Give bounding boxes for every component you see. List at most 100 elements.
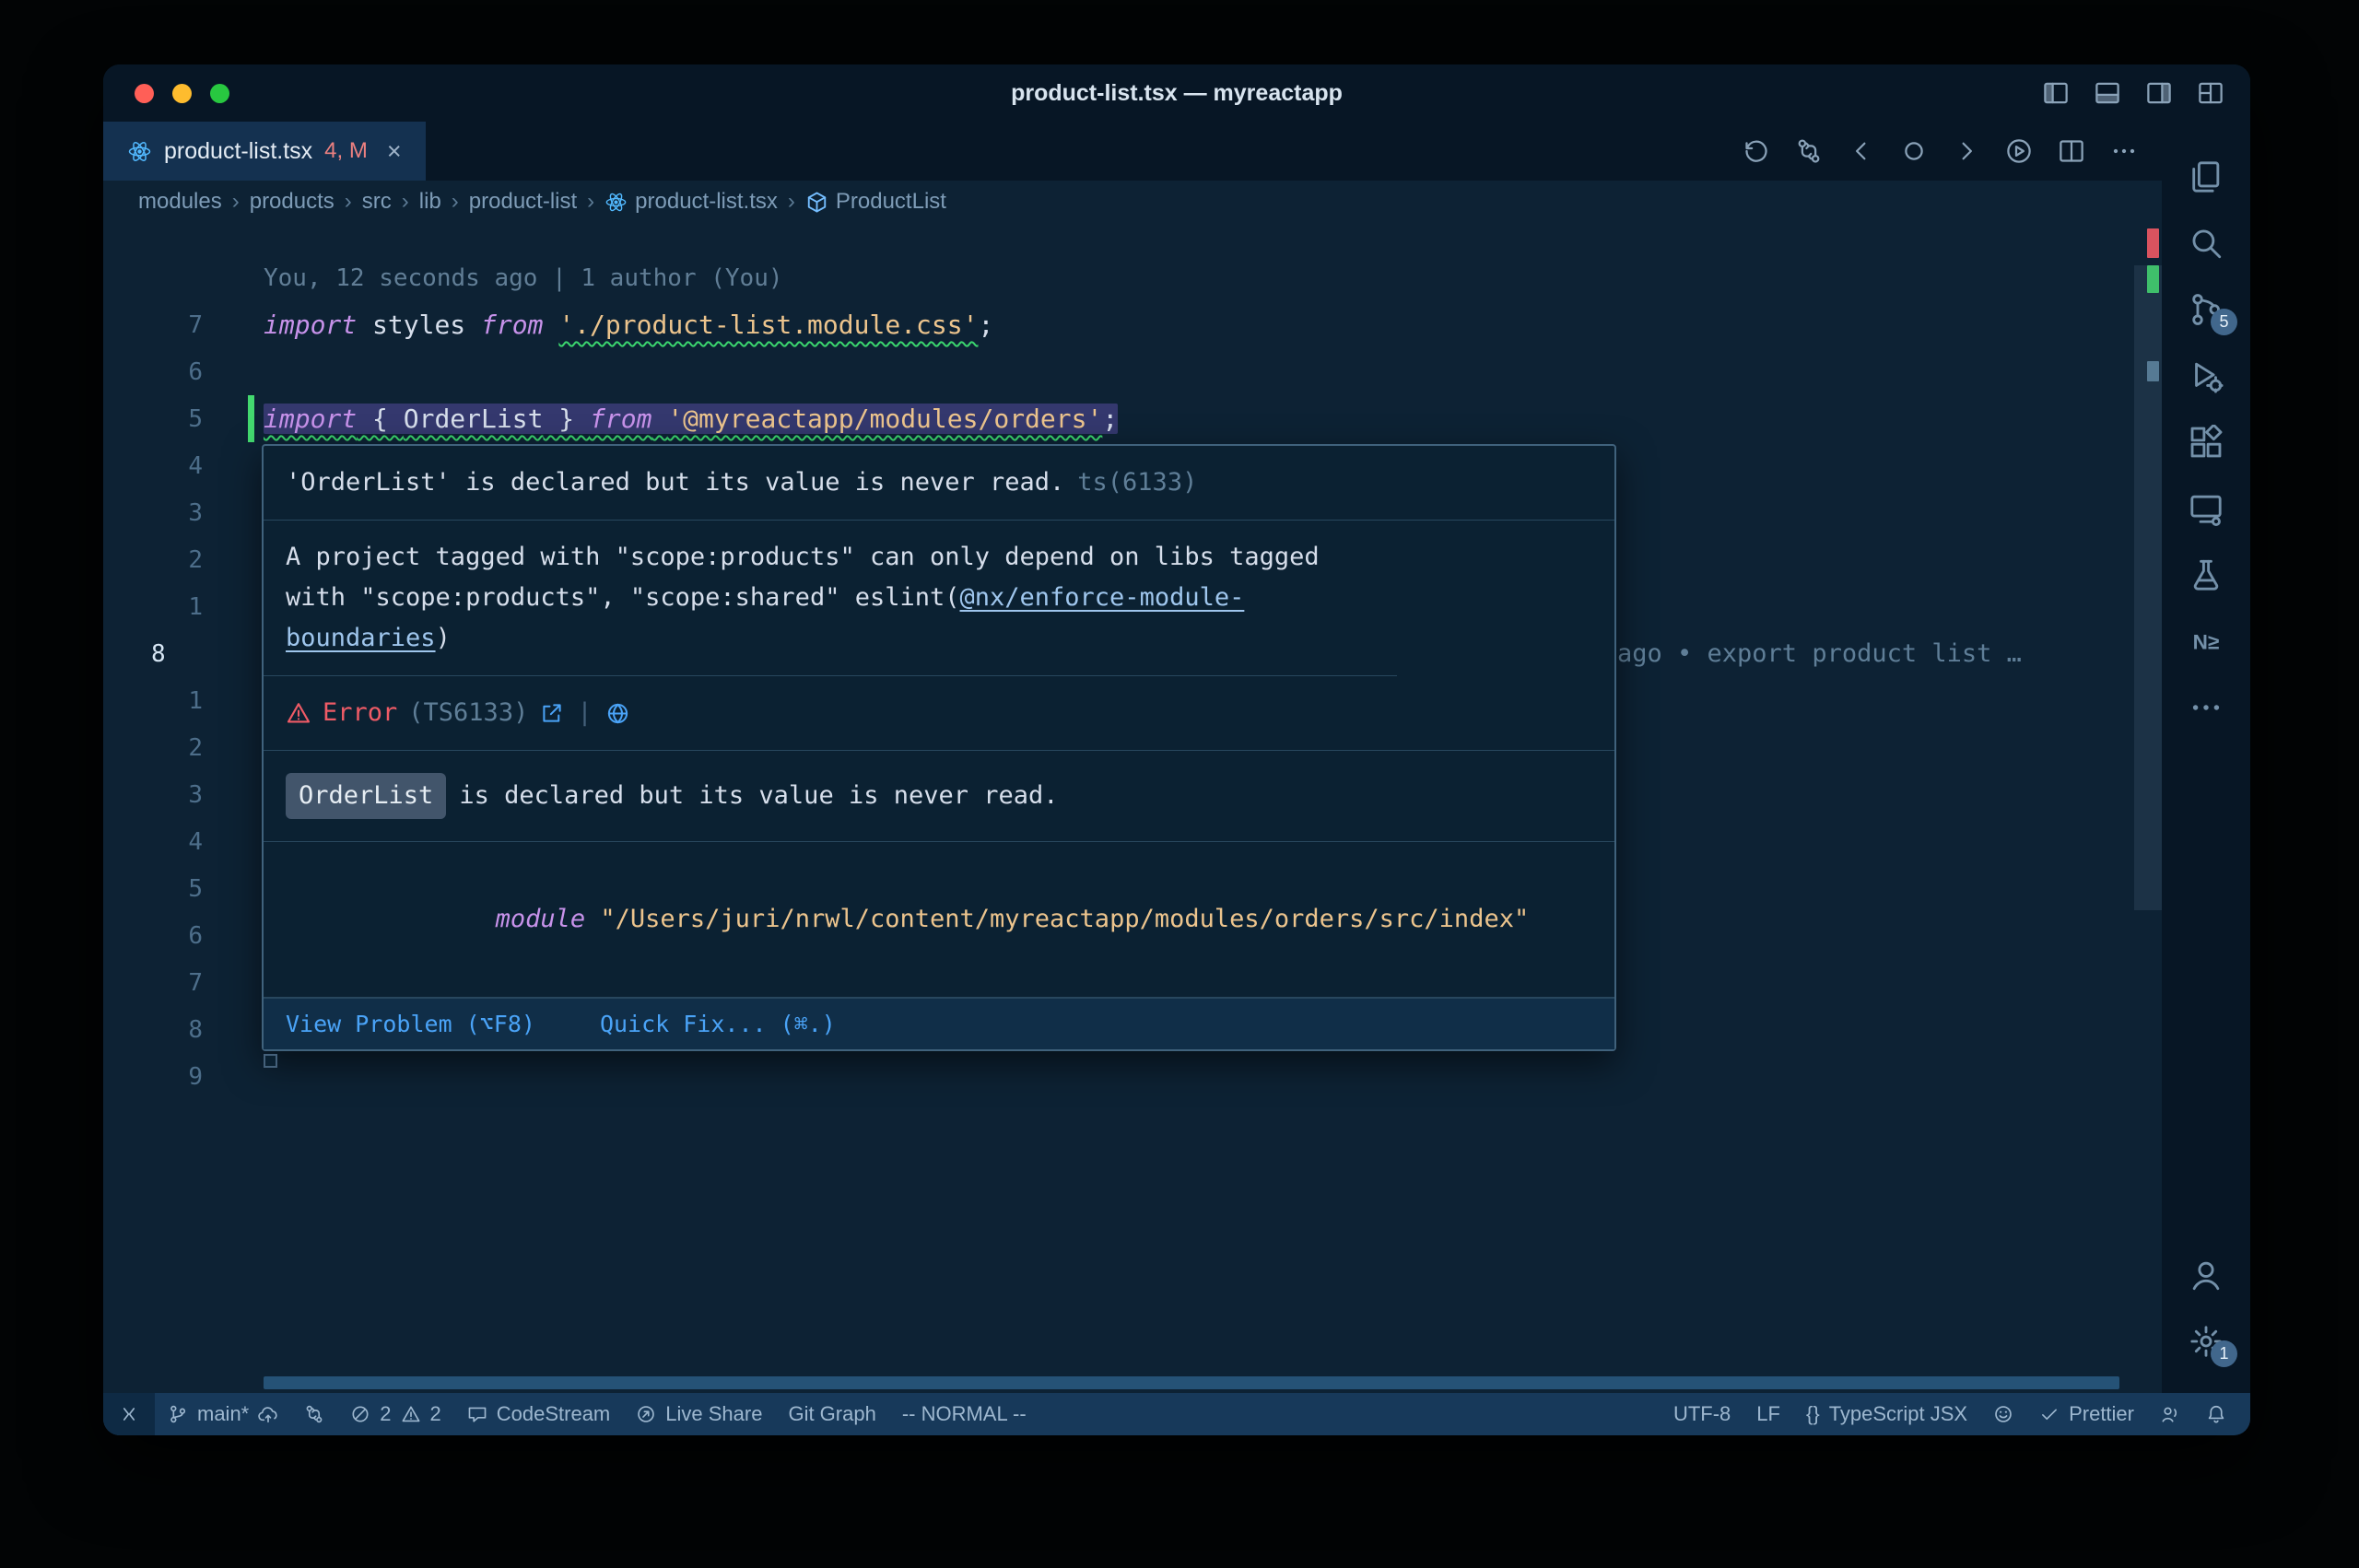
zoom-window-button[interactable] xyxy=(210,84,229,103)
beaker-icon xyxy=(2189,557,2224,592)
error-docs-globe-icon[interactable] xyxy=(605,701,630,726)
status-git-graph[interactable]: Git Graph xyxy=(775,1393,888,1435)
line-number[interactable]: 3 xyxy=(103,781,241,809)
line-number[interactable]: 7 xyxy=(103,969,241,997)
line-number[interactable]: 6 xyxy=(103,922,241,950)
hover-resize-handle[interactable] xyxy=(264,1054,277,1068)
tab-product-list[interactable]: product-list.tsx 4, M × xyxy=(103,122,426,181)
status-vim-mode[interactable]: -- NORMAL -- xyxy=(889,1393,1039,1435)
breadcrumb-separator: › xyxy=(232,189,240,215)
line-number[interactable]: 7 xyxy=(103,311,241,339)
status-remote-indicator[interactable] xyxy=(103,1393,155,1435)
line-number[interactable]: 3 xyxy=(103,499,241,527)
status-prettier[interactable]: Prettier xyxy=(2026,1393,2147,1435)
debug-icon xyxy=(2189,358,2224,393)
nav-back-button[interactable] xyxy=(1848,137,1875,165)
quick-fix-link[interactable]: Quick Fix... (⌘.) xyxy=(600,1011,836,1037)
status-live-share[interactable]: Live Share xyxy=(623,1393,775,1435)
line-number[interactable]: 6 xyxy=(103,358,241,386)
chip-description: is declared but its value is never read. xyxy=(459,776,1058,816)
status-bar: main* 22CodeStreamLive ShareGit Graph-- N… xyxy=(103,1393,2250,1435)
breadcrumb-item[interactable]: modules xyxy=(138,189,222,215)
activity-nx-console[interactable]: N≥ xyxy=(2162,608,2250,674)
line-number[interactable]: 9 xyxy=(103,1063,241,1091)
panel-bottom-icon[interactable] xyxy=(2094,79,2121,107)
activity-search[interactable] xyxy=(2162,210,2250,276)
layout-icon[interactable] xyxy=(2197,79,2224,107)
activity-run-and-debug[interactable] xyxy=(2162,343,2250,409)
history-button[interactable] xyxy=(1743,137,1770,165)
line-number[interactable]: 5 xyxy=(103,875,241,903)
person-icon xyxy=(2160,1404,2180,1424)
activity-extensions[interactable] xyxy=(2162,409,2250,475)
status-problems[interactable]: 22 xyxy=(337,1393,454,1435)
line-number[interactable]: 1 xyxy=(103,593,241,621)
code-line[interactable]: 6 xyxy=(103,348,2162,395)
more-icon xyxy=(2189,690,2224,725)
line-number[interactable]: 4 xyxy=(103,828,241,856)
activity-testing[interactable] xyxy=(2162,542,2250,608)
run-button[interactable] xyxy=(2005,137,2033,165)
open-error-external-icon[interactable] xyxy=(539,701,564,726)
status-feedback[interactable] xyxy=(1980,1393,2026,1435)
panel-left-icon[interactable] xyxy=(2042,79,2070,107)
account-icon xyxy=(2189,1258,2224,1293)
breadcrumb-item[interactable]: ProductList xyxy=(805,189,946,215)
status-notifications[interactable] xyxy=(2193,1393,2239,1435)
activity-badge: 1 xyxy=(2211,1340,2237,1367)
status-compare-branches[interactable] xyxy=(291,1393,337,1435)
line-number[interactable]: 8 xyxy=(103,1016,241,1044)
activity-more-views[interactable] xyxy=(2162,674,2250,741)
svg-text:N≥: N≥ xyxy=(2193,631,2220,654)
line-number[interactable]: 8 xyxy=(103,640,241,668)
breadcrumb-item[interactable]: product-list xyxy=(469,189,577,215)
minimize-window-button[interactable] xyxy=(172,84,192,103)
tooltip-message-row: 'OrderList' is declared but its value is… xyxy=(264,446,1614,521)
tooltip-module-row: module "/Users/juri/nrwl/content/myreact… xyxy=(264,842,1614,998)
split-editor-button[interactable] xyxy=(2058,137,2085,165)
remote-sb-icon xyxy=(119,1404,139,1424)
tooltip-lint-message: A project tagged with "scope:products" c… xyxy=(264,521,1397,676)
overview-info-mark xyxy=(2147,361,2159,381)
line-number[interactable]: 1 xyxy=(103,687,241,715)
breadcrumb-separator: › xyxy=(402,189,409,215)
status-live-share-contact[interactable] xyxy=(2147,1393,2193,1435)
nav-forward-button[interactable] xyxy=(1953,137,1980,165)
status-language-mode[interactable]: {}TypeScript JSX xyxy=(1793,1393,1980,1435)
activity-accounts[interactable] xyxy=(2162,1242,2250,1308)
module-keyword: module xyxy=(496,905,586,933)
line-number[interactable]: 2 xyxy=(103,734,241,762)
code-editor[interactable]: You, 12 seconds ago | 1 author (You)7imp… xyxy=(103,223,2162,1393)
line-number[interactable]: 2 xyxy=(103,546,241,574)
view-problem-link[interactable]: View Problem (⌥F8) xyxy=(286,1011,535,1037)
breadcrumb-item[interactable]: products xyxy=(250,189,334,215)
git-compare-button[interactable] xyxy=(1795,137,1823,165)
nav-circle-button[interactable] xyxy=(1900,137,1928,165)
line-number[interactable]: 4 xyxy=(103,452,241,480)
close-tab-button[interactable]: × xyxy=(387,137,402,166)
status-branch[interactable]: main* xyxy=(155,1393,291,1435)
code-line[interactable]: 5import { OrderList } from '@myreactapp/… xyxy=(103,395,2162,442)
activity-source-control[interactable]: 5 xyxy=(2162,276,2250,343)
status-codestream[interactable]: CodeStream xyxy=(454,1393,624,1435)
breadcrumb-item[interactable]: src xyxy=(362,189,392,215)
activity-explorer[interactable] xyxy=(2162,144,2250,210)
remote-icon xyxy=(2189,491,2224,526)
code-line[interactable]: You, 12 seconds ago | 1 author (You) xyxy=(103,254,2162,301)
activity-remote-explorer[interactable] xyxy=(2162,475,2250,542)
code-line[interactable]: 7import styles from './product-list.modu… xyxy=(103,301,2162,348)
horizontal-scrollbar[interactable] xyxy=(264,1376,2119,1389)
code-line[interactable]: 9 xyxy=(103,1053,2162,1100)
panel-right-icon[interactable] xyxy=(2145,79,2173,107)
line-number[interactable]: 5 xyxy=(103,405,241,433)
inline-blame: ago • export product list … xyxy=(1617,630,2022,677)
overview-change-mark xyxy=(2147,265,2159,293)
breadcrumb-item[interactable]: lib xyxy=(419,189,441,215)
status-eol[interactable]: LF xyxy=(1743,1393,1793,1435)
close-window-button[interactable] xyxy=(135,84,154,103)
status-encoding[interactable]: UTF-8 xyxy=(1661,1393,1743,1435)
breadcrumb-item[interactable]: product-list.tsx xyxy=(604,189,778,215)
more-button[interactable] xyxy=(2110,137,2138,165)
activity-settings[interactable]: 1 xyxy=(2162,1308,2250,1375)
tooltip-detail-row: OrderList is declared but its value is n… xyxy=(264,751,1614,842)
